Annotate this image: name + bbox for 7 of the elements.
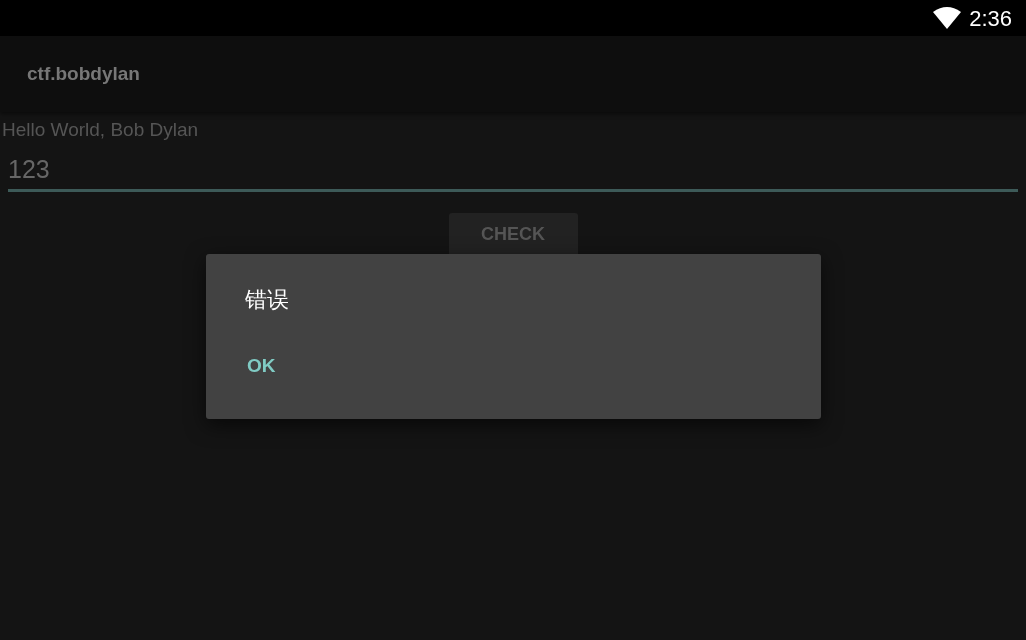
clock-time: 2:36 [969,4,1012,33]
dialog-title: 错误 [245,286,290,314]
ok-button[interactable]: OK [231,346,292,387]
input-field[interactable]: 123 [8,150,1018,192]
wifi-icon [933,7,962,29]
app-title: ctf.bobdylan [27,61,140,86]
greeting-text: Hello World, Bob Dylan [2,118,200,142]
